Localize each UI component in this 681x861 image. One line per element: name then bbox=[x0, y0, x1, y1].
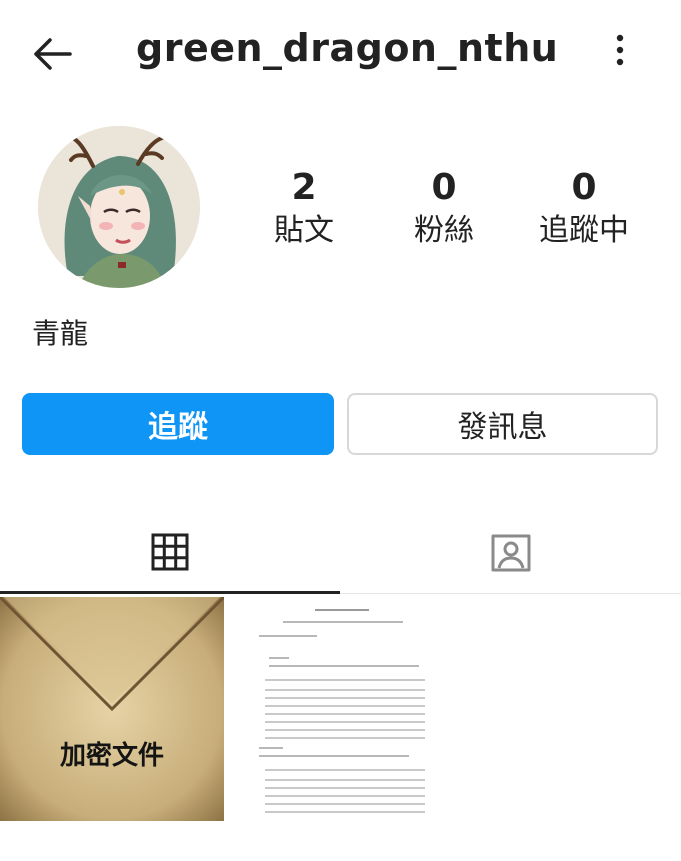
tagged-person-icon bbox=[491, 534, 530, 572]
profile-username-title: green_dragon_nthu bbox=[136, 26, 559, 70]
more-options-icon[interactable] bbox=[608, 30, 632, 70]
stat-posts-label: 貼文 bbox=[274, 213, 334, 248]
post-overlay-text: 加密文件 bbox=[59, 741, 164, 771]
back-arrow-icon[interactable] bbox=[28, 30, 76, 78]
follow-button[interactable]: 追蹤 bbox=[22, 393, 334, 455]
stat-following-count: 0 bbox=[571, 167, 597, 208]
post-thumbnail-document[interactable] bbox=[229, 597, 453, 821]
active-tab-indicator bbox=[0, 591, 340, 594]
tab-posts-grid[interactable] bbox=[0, 510, 340, 594]
envelope-image bbox=[0, 597, 224, 821]
document-image bbox=[229, 597, 453, 821]
stat-posts[interactable]: 2 貼文 bbox=[244, 168, 364, 254]
stat-followers-count: 0 bbox=[431, 167, 457, 208]
avatar[interactable] bbox=[38, 126, 200, 288]
stat-posts-count: 2 bbox=[291, 167, 317, 208]
profile-display-name: 青龍 bbox=[32, 317, 89, 350]
stat-following-label: 追蹤中 bbox=[539, 213, 629, 248]
tab-divider bbox=[340, 593, 681, 594]
stat-followers[interactable]: 0 粉絲 bbox=[384, 168, 504, 254]
stat-followers-label: 粉絲 bbox=[414, 213, 474, 248]
tab-tagged[interactable] bbox=[340, 510, 681, 594]
stat-following[interactable]: 0 追蹤中 bbox=[524, 168, 644, 254]
post-thumbnail-envelope[interactable]: 加密文件 bbox=[0, 597, 224, 821]
message-button[interactable]: 發訊息 bbox=[347, 393, 658, 455]
grid-icon bbox=[151, 533, 189, 571]
avatar-illustration bbox=[38, 126, 200, 288]
